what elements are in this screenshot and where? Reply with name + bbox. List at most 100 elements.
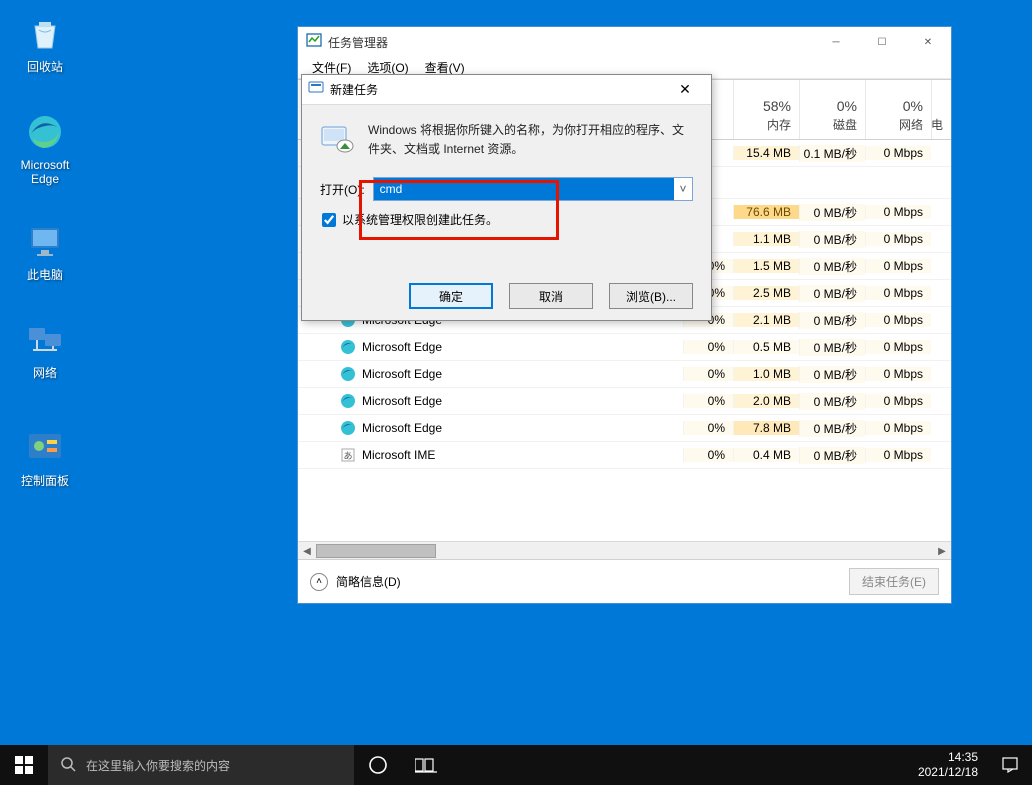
cell-network: 0 Mbps bbox=[865, 232, 931, 246]
process-name: Microsoft Edge bbox=[362, 367, 442, 381]
table-row[interactable]: あMicrosoft IME0%0.4 MB0 MB/秒0 Mbps bbox=[298, 442, 951, 469]
process-name: Microsoft Edge bbox=[362, 394, 442, 408]
cell-memory: 2.5 MB bbox=[733, 286, 799, 300]
icon-label: 此电脑 bbox=[27, 268, 63, 282]
network-icon bbox=[21, 316, 69, 364]
icon-label: 网络 bbox=[33, 366, 57, 380]
open-label: 打开(O): bbox=[320, 181, 365, 198]
scroll-thumb[interactable] bbox=[316, 544, 436, 558]
icon-label: 回收站 bbox=[27, 60, 63, 74]
minimize-button[interactable]: ─ bbox=[813, 27, 859, 57]
cell-memory: 2.0 MB bbox=[733, 394, 799, 408]
new-task-dialog: 新建任务 ✕ Windows 将根据你所键入的名称，为你打开相应的程序、文件夹、… bbox=[301, 74, 712, 321]
column-memory[interactable]: 58% 内存 bbox=[733, 80, 799, 139]
cell-disk: 0.1 MB/秒 bbox=[799, 145, 865, 162]
cell-network: 0 Mbps bbox=[865, 313, 931, 327]
dialog-title: 新建任务 bbox=[330, 81, 665, 98]
cancel-button[interactable]: 取消 bbox=[509, 283, 593, 309]
this-pc-shortcut[interactable]: 此电脑 bbox=[8, 218, 82, 282]
cell-network: 0 Mbps bbox=[865, 146, 931, 160]
recycle-bin-icon bbox=[21, 10, 69, 58]
process-name: Microsoft IME bbox=[362, 448, 435, 462]
cell-disk: 0 MB/秒 bbox=[799, 204, 865, 221]
brief-info-toggle[interactable]: ˄ 简略信息(D) bbox=[310, 573, 401, 591]
icon-label: 控制面板 bbox=[21, 474, 69, 488]
process-icon bbox=[340, 420, 356, 436]
open-value[interactable]: cmd bbox=[374, 178, 674, 200]
start-button[interactable] bbox=[0, 745, 48, 785]
taskbar-clock[interactable]: 14:35 2021/12/18 bbox=[908, 750, 988, 780]
cell-cpu: 0% bbox=[683, 394, 733, 408]
cell-memory: 1.0 MB bbox=[733, 367, 799, 381]
cell-memory: 76.6 MB bbox=[733, 205, 799, 219]
table-row[interactable]: Microsoft Edge 0%2.0 MB0 MB/秒0 Mbps bbox=[298, 388, 951, 415]
cell-disk: 0 MB/秒 bbox=[799, 231, 865, 248]
dialog-close-button[interactable]: ✕ bbox=[665, 75, 705, 105]
browse-button[interactable]: 浏览(B)... bbox=[609, 283, 693, 309]
horizontal-scrollbar[interactable]: ◀ ▶ bbox=[298, 541, 951, 559]
open-combobox[interactable]: cmd ˅ bbox=[373, 177, 693, 201]
run-dialog-icon bbox=[320, 121, 356, 157]
control-panel-shortcut[interactable]: 控制面板 bbox=[8, 424, 82, 488]
cell-memory: 7.8 MB bbox=[733, 421, 799, 435]
table-row[interactable]: Microsoft Edge0%0.5 MB0 MB/秒0 Mbps bbox=[298, 334, 951, 361]
cell-disk: 0 MB/秒 bbox=[799, 285, 865, 302]
end-task-button[interactable]: 结束任务(E) bbox=[849, 568, 939, 595]
cell-memory: 1.1 MB bbox=[733, 232, 799, 246]
search-icon bbox=[60, 756, 76, 775]
taskbar-search[interactable]: 在这里输入你要搜索的内容 bbox=[48, 745, 354, 785]
cell-network: 0 Mbps bbox=[865, 340, 931, 354]
cell-cpu: 0% bbox=[683, 421, 733, 435]
clock-date: 2021/12/18 bbox=[918, 765, 978, 780]
task-view-button[interactable] bbox=[402, 745, 450, 785]
cell-network: 0 Mbps bbox=[865, 259, 931, 273]
recycle-bin-shortcut[interactable]: 回收站 bbox=[8, 10, 82, 74]
process-name: Microsoft Edge bbox=[362, 421, 442, 435]
table-row[interactable]: Microsoft Edge0%1.0 MB0 MB/秒0 Mbps bbox=[298, 361, 951, 388]
cell-disk: 0 MB/秒 bbox=[799, 312, 865, 329]
cell-cpu: 0% bbox=[683, 340, 733, 354]
cell-network: 0 Mbps bbox=[865, 286, 931, 300]
edge-shortcut[interactable]: Microsoft Edge bbox=[8, 108, 82, 187]
column-disk[interactable]: 0% 磁盘 bbox=[799, 80, 865, 139]
column-extra[interactable]: 电 bbox=[931, 80, 951, 139]
scroll-right-arrow[interactable]: ▶ bbox=[933, 542, 951, 560]
taskbar: 在这里输入你要搜索的内容 14:35 2021/12/18 bbox=[0, 745, 1032, 785]
close-button[interactable]: ✕ bbox=[905, 27, 951, 57]
svg-text:あ: あ bbox=[343, 451, 352, 461]
ok-button[interactable]: 确定 bbox=[409, 283, 493, 309]
chevron-down-icon[interactable]: ˅ bbox=[674, 182, 692, 196]
cell-disk: 0 MB/秒 bbox=[799, 258, 865, 275]
task-manager-titlebar[interactable]: 任务管理器 ─ ☐ ✕ bbox=[298, 27, 951, 57]
scroll-left-arrow[interactable]: ◀ bbox=[298, 542, 316, 560]
column-network[interactable]: 0% 网络 bbox=[865, 80, 931, 139]
clock-time: 14:35 bbox=[918, 750, 978, 765]
this-pc-icon bbox=[21, 218, 69, 266]
cell-disk: 0 MB/秒 bbox=[799, 420, 865, 437]
cell-disk: 0 MB/秒 bbox=[799, 447, 865, 464]
admin-checkbox[interactable] bbox=[322, 213, 336, 227]
cell-memory: 1.5 MB bbox=[733, 259, 799, 273]
process-icon bbox=[340, 366, 356, 382]
dialog-titlebar[interactable]: 新建任务 ✕ bbox=[302, 75, 711, 105]
run-icon bbox=[308, 79, 324, 100]
process-icon bbox=[340, 393, 356, 409]
notification-button[interactable] bbox=[988, 745, 1032, 785]
control-panel-icon bbox=[21, 424, 69, 472]
cell-disk: 0 MB/秒 bbox=[799, 366, 865, 383]
dialog-description: Windows 将根据你所键入的名称，为你打开相应的程序、文件夹、文档或 Int… bbox=[368, 121, 693, 159]
process-icon bbox=[340, 339, 356, 355]
cell-cpu: 0% bbox=[683, 448, 733, 462]
cell-cpu: 0% bbox=[683, 367, 733, 381]
cell-network: 0 Mbps bbox=[865, 394, 931, 408]
search-placeholder: 在这里输入你要搜索的内容 bbox=[86, 757, 230, 774]
network-shortcut[interactable]: 网络 bbox=[8, 316, 82, 380]
cell-disk: 0 MB/秒 bbox=[799, 393, 865, 410]
table-row[interactable]: Microsoft Edge0%7.8 MB0 MB/秒0 Mbps bbox=[298, 415, 951, 442]
maximize-button[interactable]: ☐ bbox=[859, 27, 905, 57]
cortana-button[interactable] bbox=[354, 745, 402, 785]
cell-disk: 0 MB/秒 bbox=[799, 339, 865, 356]
process-name: Microsoft Edge bbox=[362, 340, 442, 354]
process-icon: あ bbox=[340, 447, 356, 463]
cell-network: 0 Mbps bbox=[865, 205, 931, 219]
